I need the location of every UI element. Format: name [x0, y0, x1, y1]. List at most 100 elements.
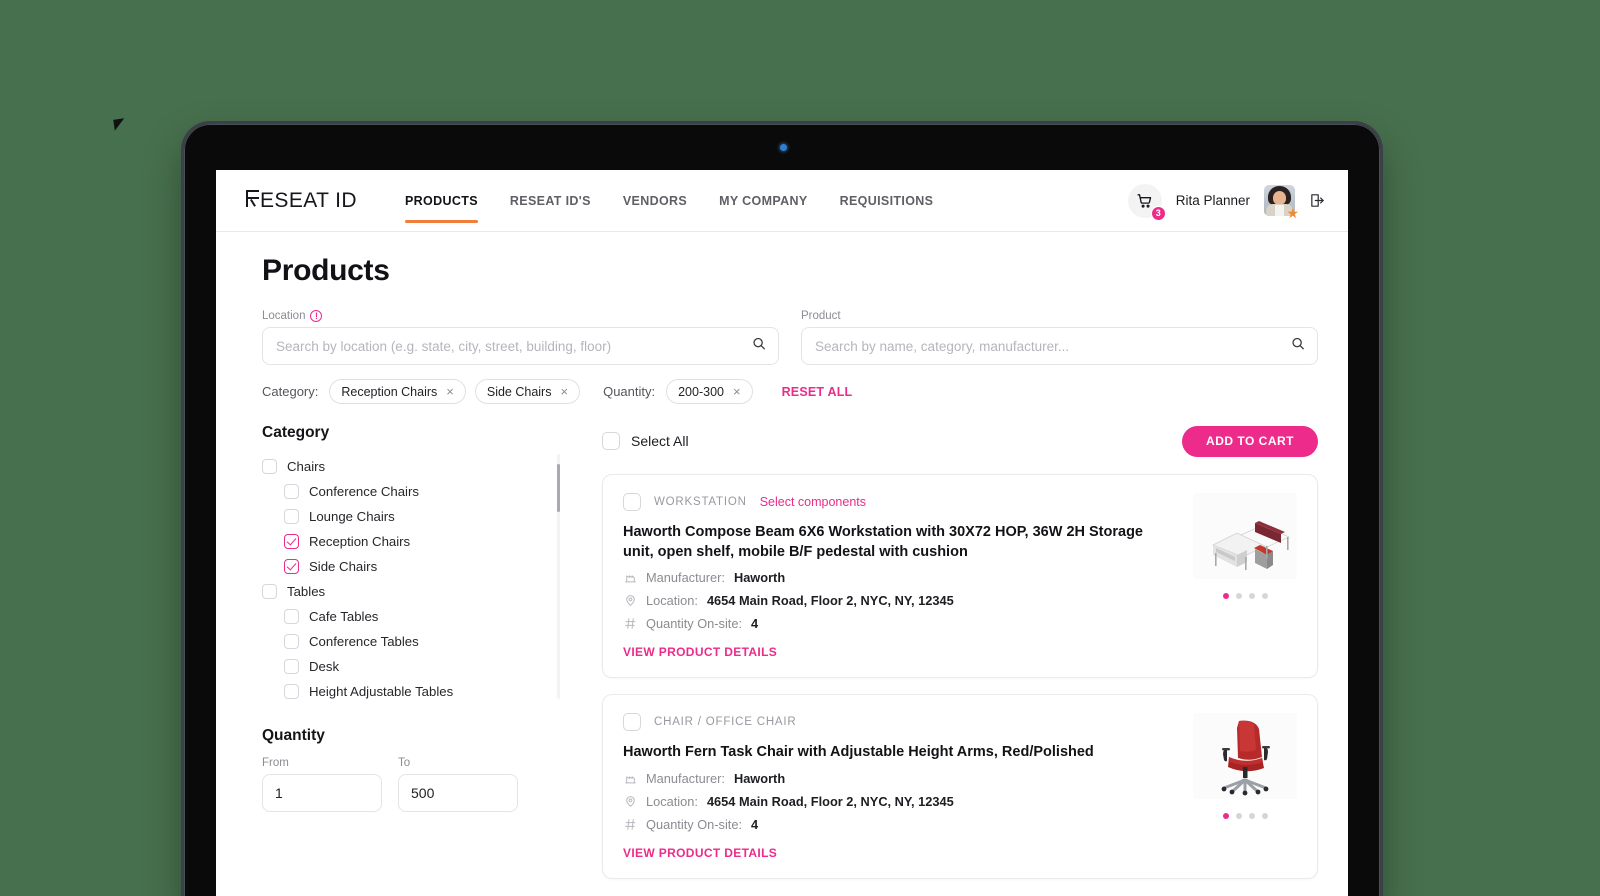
product-card[interactable]: WORKSTATION Select components Haworth Co… [602, 474, 1318, 679]
nav-item-vendors[interactable]: VENDORS [623, 170, 687, 232]
filter-chip-reception-chairs[interactable]: Reception Chairs × [329, 379, 466, 404]
category-item-chairs[interactable]: Chairs [262, 454, 548, 479]
category-item-cafe-tables[interactable]: Cafe Tables [262, 604, 548, 629]
location-search-box[interactable] [262, 327, 779, 365]
checkbox[interactable] [262, 459, 277, 474]
manufacturer-label: Manufacturer: [646, 770, 725, 786]
quantity-from-input-wrap[interactable] [262, 774, 382, 812]
logout-icon [1311, 194, 1324, 207]
quantity-section-heading: Quantity [262, 727, 325, 744]
location-label: Location: [646, 593, 698, 609]
product-manufacturer-row: Manufacturer: Haworth [623, 570, 1175, 585]
image-carousel-dots [1222, 593, 1268, 599]
logout-button[interactable] [1309, 192, 1326, 209]
carousel-dot[interactable] [1248, 593, 1255, 599]
carousel-dot[interactable] [1222, 593, 1229, 599]
location-pin-icon [623, 594, 637, 607]
nav-item-reseat-ids[interactable]: RESEAT ID'S [510, 170, 591, 232]
add-to-cart-button[interactable]: ADD TO CART [1182, 425, 1318, 457]
filter-chip-quantity-range[interactable]: 200-300 × [666, 379, 753, 404]
product-category-label: CHAIR / OFFICE CHAIR [654, 716, 797, 729]
user-avatar-wrapper[interactable]: ★ [1264, 185, 1299, 220]
quantity-input-row: From To [262, 757, 560, 812]
checkbox[interactable] [284, 534, 299, 549]
user-name-label: Rita Planner [1175, 193, 1250, 208]
category-item-desk[interactable]: Desk [262, 654, 548, 679]
quantity-from-input[interactable] [275, 785, 369, 801]
category-item-tables[interactable]: Tables [262, 579, 548, 604]
category-item-height-adjustable-tables[interactable]: Height Adjustable Tables [262, 679, 548, 699]
product-card-body: WORKSTATION Select components Haworth Co… [623, 493, 1175, 661]
checkbox[interactable] [284, 684, 299, 699]
product-search-box[interactable] [801, 327, 1318, 365]
cart-button[interactable]: 3 [1127, 183, 1166, 221]
category-item-reception-chairs[interactable]: Reception Chairs [262, 529, 548, 554]
carousel-dot[interactable] [1235, 593, 1242, 599]
search-icon[interactable] [1291, 337, 1305, 356]
reset-all-button[interactable]: RESET ALL [782, 385, 853, 399]
carousel-dot[interactable] [1248, 813, 1255, 820]
close-icon[interactable]: × [446, 385, 454, 398]
product-card[interactable]: CHAIR / OFFICE CHAIR Haworth Fern Task C… [602, 694, 1318, 879]
quantity-label: Quantity On-site: [646, 616, 743, 632]
select-all-checkbox[interactable] [602, 432, 620, 450]
checkbox[interactable] [284, 609, 299, 624]
product-card-body: CHAIR / OFFICE CHAIR Haworth Fern Task C… [623, 713, 1175, 862]
category-item-conference-tables[interactable]: Conference Tables [262, 629, 548, 654]
carousel-dot[interactable] [1235, 813, 1242, 820]
product-image-task-chair[interactable] [1193, 713, 1297, 800]
nav-item-my-company[interactable]: MY COMPANY [719, 170, 807, 232]
cart-count-badge: 3 [1150, 205, 1166, 221]
info-icon[interactable]: ! [310, 310, 323, 322]
category-item-label: Cafe Tables [309, 609, 379, 624]
product-search-input[interactable] [815, 338, 1279, 354]
top-navigation-bar: ESEAT ID PRODUCTS RESEAT ID'S VENDORS MY… [216, 170, 1348, 232]
product-location-row: Location: 4654 Main Road, Floor 2, NYC, … [623, 593, 1175, 608]
chip-label: Side Chairs [486, 384, 552, 399]
app-logo[interactable]: ESEAT ID [246, 189, 357, 213]
checkbox[interactable] [284, 659, 299, 674]
category-list-scrollbar[interactable] [557, 454, 560, 699]
carousel-dot[interactable] [1261, 593, 1268, 599]
checkbox[interactable] [284, 509, 299, 524]
category-checkbox-list: Chairs Conference Chairs Lounge Chairs R… [262, 454, 560, 699]
checkbox[interactable] [284, 634, 299, 649]
image-carousel-dots [1222, 813, 1268, 820]
view-product-details-link[interactable]: VIEW PRODUCT DETAILS [623, 645, 777, 659]
quantity-chips-label: Quantity: [603, 384, 656, 399]
category-section-heading: Category [262, 424, 330, 441]
category-item-label: Tables [287, 584, 326, 599]
manufacturer-label: Manufacturer: [646, 570, 725, 586]
quantity-label: Quantity On-site: [646, 816, 743, 832]
quantity-to-input[interactable] [411, 785, 505, 801]
view-product-details-link[interactable]: VIEW PRODUCT DETAILS [623, 846, 777, 860]
main-nav-links: PRODUCTS RESEAT ID'S VENDORS MY COMPANY … [404, 170, 934, 232]
quantity-to-input-wrap[interactable] [398, 774, 518, 812]
carousel-dot[interactable] [1261, 813, 1268, 820]
location-field-label-wrap: Location ! [262, 310, 779, 322]
carousel-dot[interactable] [1222, 813, 1229, 820]
select-components-link[interactable]: Select components [760, 495, 866, 509]
checkbox[interactable] [284, 559, 299, 574]
product-image-workstation[interactable] [1193, 493, 1297, 579]
workstation-render-icon [1212, 521, 1290, 570]
category-item-lounge-chairs[interactable]: Lounge Chairs [262, 504, 548, 529]
product-select-checkbox[interactable] [623, 713, 641, 732]
scrollbar-thumb[interactable] [557, 464, 560, 512]
category-item-conference-chairs[interactable]: Conference Chairs [262, 479, 548, 504]
location-search-input[interactable] [276, 338, 740, 354]
close-icon[interactable]: × [733, 385, 741, 398]
category-item-side-chairs[interactable]: Side Chairs [262, 554, 548, 579]
category-item-label: Height Adjustable Tables [309, 684, 454, 699]
checkbox[interactable] [262, 584, 277, 599]
checkbox[interactable] [284, 484, 299, 499]
search-icon[interactable] [752, 337, 766, 356]
device-camera-icon [780, 144, 787, 151]
search-filters-row: Location ! Product [262, 310, 1318, 365]
product-filter-field: Product [801, 310, 1318, 365]
product-select-checkbox[interactable] [623, 493, 641, 511]
filter-chip-side-chairs[interactable]: Side Chairs × [474, 379, 581, 404]
nav-item-products[interactable]: PRODUCTS [404, 170, 478, 232]
nav-item-requisitions[interactable]: REQUISITIONS [840, 170, 934, 232]
close-icon[interactable]: × [560, 385, 568, 398]
